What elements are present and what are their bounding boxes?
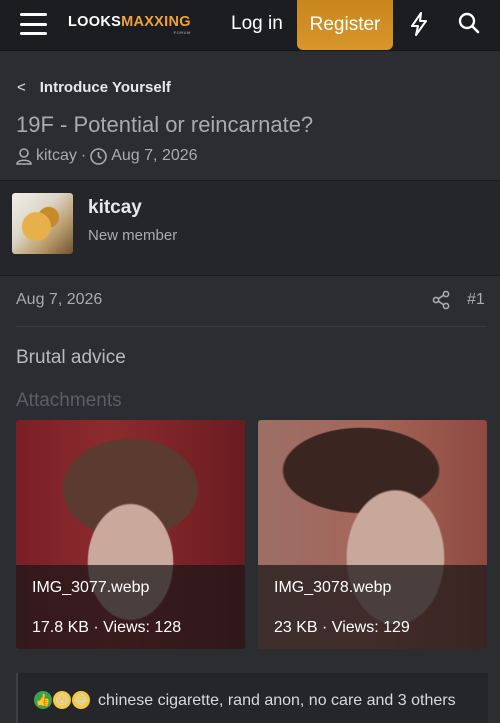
clock-icon (90, 147, 108, 165)
share-icon[interactable] (432, 290, 450, 310)
chevron-left-icon: < (17, 79, 26, 96)
reactions-list[interactable]: chinese cigarette, rand anon, no care an… (98, 692, 456, 710)
post-number[interactable]: #1 (467, 291, 485, 309)
attachments-label: Attachments (16, 390, 122, 411)
meta-separator: · (80, 147, 87, 164)
attachment-overlay: IMG_3077.webp 17.8 KB · Views: 128 (16, 565, 245, 649)
top-navigation-bar: LOOKSMAXXING FORUM Log in Register (0, 0, 500, 51)
user-icon (16, 147, 32, 165)
logo-subtext: FORUM (173, 30, 191, 35)
search-icon[interactable] (458, 12, 480, 36)
thread-meta: kitcay · Aug 7, 2026 (16, 147, 198, 165)
post-user-bar: kitcay New member (0, 180, 500, 276)
logo-text-maxxing: MAXXING (121, 14, 191, 30)
attachment-info: 23 KB · Views: 129 (274, 619, 410, 636)
attachment-thumbnail[interactable]: IMG_3077.webp 17.8 KB · Views: 128 (16, 420, 245, 649)
user-role: New member (88, 227, 178, 244)
logo-text-looks: LOOKS (68, 14, 122, 30)
login-link[interactable]: Log in (231, 13, 283, 35)
thread-title: 19F - Potential or reincarnate? (16, 112, 314, 137)
lightning-bolt-icon[interactable] (409, 12, 429, 36)
post-username[interactable]: kitcay (88, 197, 142, 219)
attachment-thumbnail[interactable]: IMG_3078.webp 23 KB · Views: 129 (258, 420, 487, 649)
attachment-filename: IMG_3078.webp (274, 579, 392, 596)
post-body: Brutal advice (16, 347, 126, 368)
avatar[interactable] (12, 193, 73, 254)
site-logo[interactable]: LOOKSMAXXING FORUM (68, 14, 191, 35)
attachment-filename: IMG_3077.webp (32, 579, 150, 596)
thread-date[interactable]: Aug 7, 2026 (111, 147, 197, 165)
divider (16, 326, 486, 327)
reaction-icons: 👍 😱 😂 (34, 691, 91, 709)
attachment-info: 17.8 KB · Views: 128 (32, 619, 182, 636)
post-date[interactable]: Aug 7, 2026 (16, 291, 102, 309)
thread-author[interactable]: kitcay (36, 147, 77, 165)
reactions-bar: 👍 😱 😂 chinese cigarette, rand anon, no c… (16, 673, 488, 723)
attachment-overlay: IMG_3078.webp 23 KB · Views: 129 (258, 565, 487, 649)
breadcrumb[interactable]: < Introduce Yourself (17, 79, 171, 96)
thumbs-up-icon: 👍 (34, 691, 52, 709)
register-button[interactable]: Register (297, 0, 393, 50)
breadcrumb-label: Introduce Yourself (39, 79, 171, 96)
shocked-face-icon: 😱 (53, 691, 71, 709)
menu-icon[interactable] (20, 13, 47, 35)
laughing-face-icon: 😂 (72, 691, 90, 709)
